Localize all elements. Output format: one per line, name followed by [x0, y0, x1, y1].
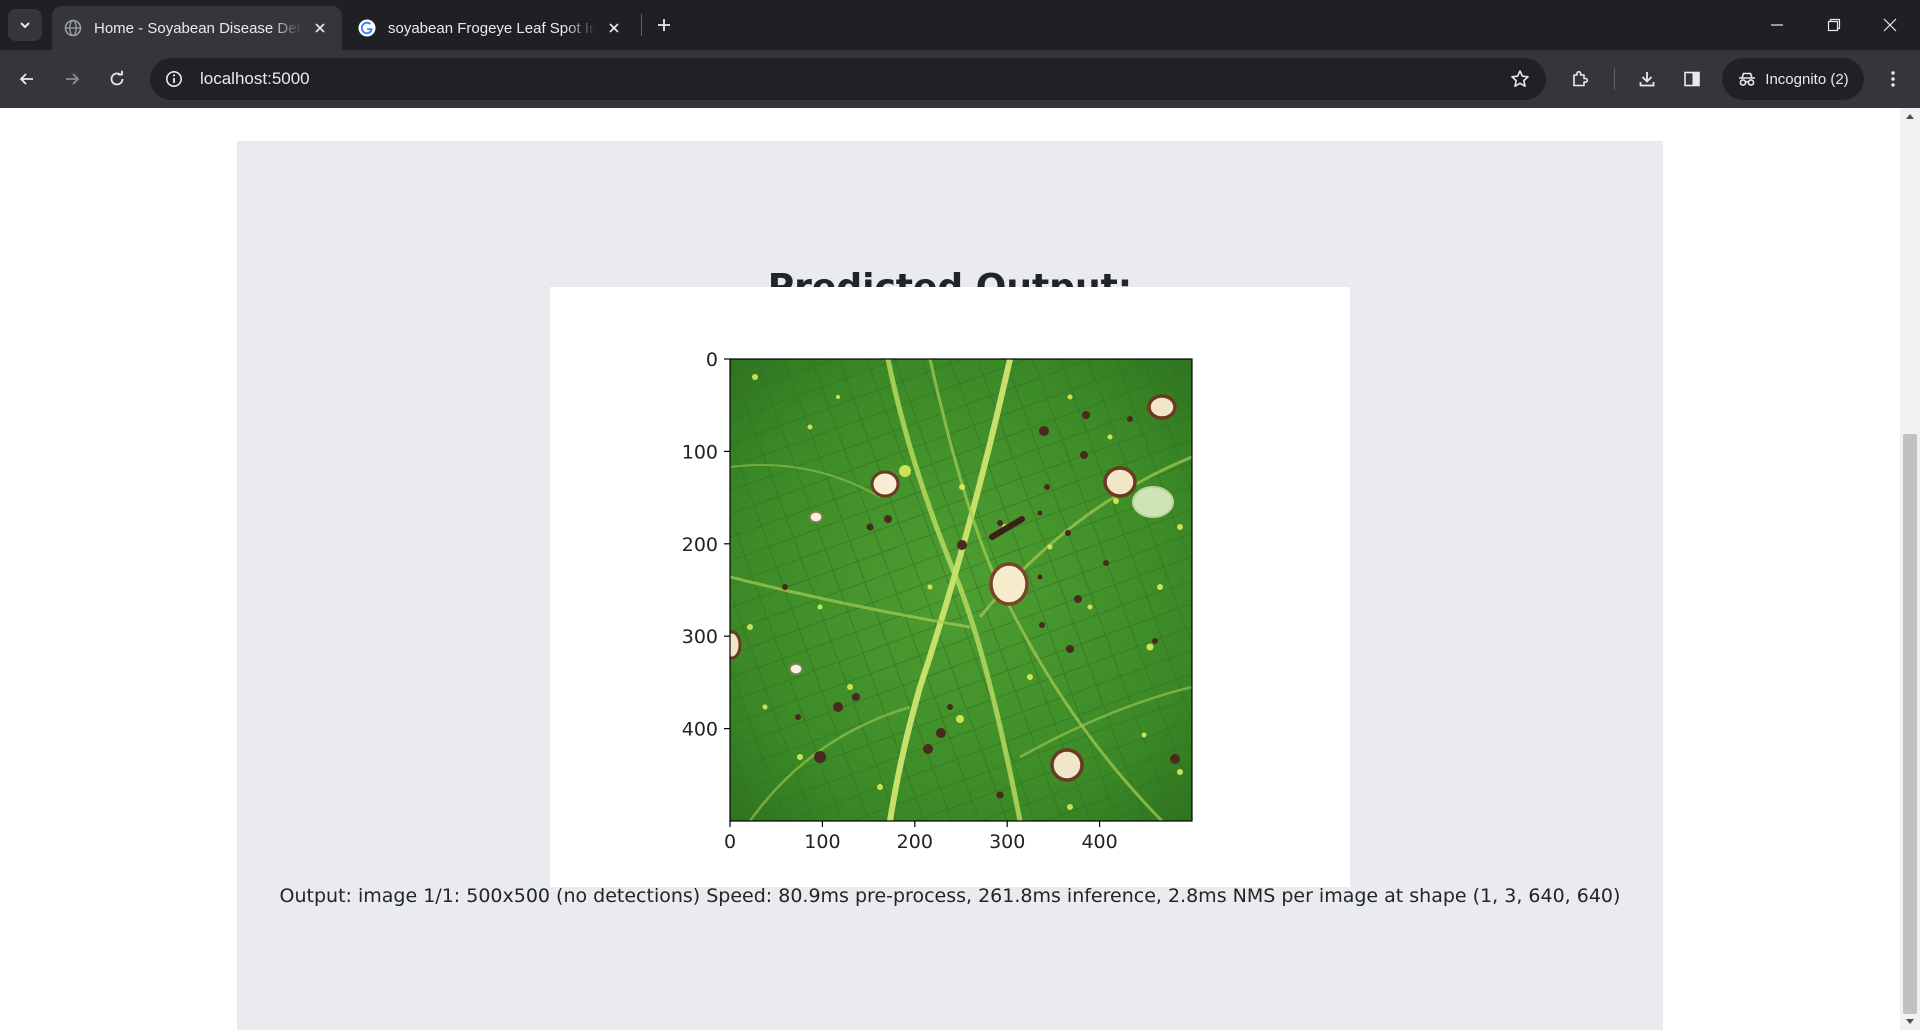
minimize-icon [1771, 24, 1783, 26]
close-icon[interactable] [310, 18, 330, 38]
x-tick-label: 200 [897, 831, 933, 853]
download-icon [1639, 72, 1655, 87]
reload-button[interactable] [100, 62, 134, 96]
y-tick-label: 0 [706, 349, 718, 371]
bookmark-star-icon[interactable] [1502, 61, 1538, 97]
incognito-icon [1739, 72, 1756, 86]
scroll-down-button[interactable] [1900, 1014, 1920, 1030]
extensions-button[interactable] [1563, 62, 1597, 96]
restore-icon [1827, 18, 1841, 32]
page-viewport: Predicted Output: [0, 108, 1900, 1030]
restore-button[interactable] [1806, 0, 1862, 50]
browser-toolbar: localhost:5000 Incognito (2) [0, 50, 1920, 108]
close-window-button[interactable] [1862, 0, 1918, 50]
scroll-thumb[interactable] [1903, 434, 1917, 1014]
tab-title: Home - Soyabean Disease Dete [94, 19, 302, 37]
close-icon[interactable] [604, 18, 624, 38]
incognito-label: Incognito (2) [1765, 70, 1849, 88]
puzzle-icon [1573, 70, 1589, 87]
reload-icon [110, 70, 124, 86]
back-button[interactable] [10, 62, 44, 96]
tab-search-button[interactable] [8, 9, 42, 41]
minimize-button[interactable] [1749, 0, 1805, 50]
browser-tab-bar: Home - Soyabean Disease Dete soyabean Fr… [0, 0, 1920, 50]
side-panel-button[interactable] [1675, 62, 1709, 96]
site-info-icon[interactable] [156, 61, 192, 97]
arrow-right-icon [66, 73, 80, 85]
new-tab-button[interactable] [650, 11, 678, 39]
y-tick-label: 100 [682, 441, 718, 463]
caret-down-icon [1906, 1019, 1914, 1024]
x-tick-label: 400 [1081, 831, 1117, 853]
chevron-down-icon [20, 22, 30, 29]
google-g-icon [358, 19, 376, 37]
prediction-caption: Output: image 1/1: 500x500 (no detection… [279, 885, 1621, 907]
x-tick-label: 300 [989, 831, 1025, 853]
scroll-up-button[interactable] [1900, 108, 1920, 124]
browser-menu-button[interactable] [1876, 62, 1910, 96]
side-panel-icon [1684, 71, 1700, 87]
page-scrollbar[interactable] [1900, 108, 1920, 1030]
result-panel: Predicted Output: [237, 141, 1663, 1030]
plus-icon [658, 19, 670, 31]
tab-divider [641, 14, 642, 36]
prediction-plot: 0 100 200 300 400 0 100 200 300 400 [682, 349, 1193, 853]
x-tick-label: 100 [804, 831, 840, 853]
tab-home[interactable]: Home - Soyabean Disease Dete [52, 6, 342, 50]
downloads-button[interactable] [1630, 62, 1664, 96]
tab-google-search[interactable]: soyabean Frogeye Leaf Spot Im [346, 6, 636, 50]
tab-title: soyabean Frogeye Leaf Spot Im [388, 19, 596, 37]
leaf-image [730, 359, 1192, 821]
caret-up-icon [1906, 114, 1914, 119]
forward-button[interactable] [55, 62, 89, 96]
address-bar[interactable]: localhost:5000 [150, 58, 1546, 100]
kebab-menu-icon [1891, 71, 1895, 87]
y-tick-label: 400 [682, 719, 718, 741]
close-icon [1883, 18, 1897, 32]
y-tick-label: 200 [682, 534, 718, 556]
x-tick-label: 0 [724, 831, 736, 853]
incognito-indicator[interactable]: Incognito (2) [1722, 58, 1864, 100]
globe-icon [64, 19, 82, 37]
prediction-figure: 0 100 200 300 400 0 100 200 300 400 [550, 287, 1350, 887]
y-tick-label: 300 [682, 626, 718, 648]
url-text[interactable]: localhost:5000 [200, 69, 1502, 89]
toolbar-divider [1614, 68, 1615, 90]
arrow-left-icon [19, 73, 33, 85]
